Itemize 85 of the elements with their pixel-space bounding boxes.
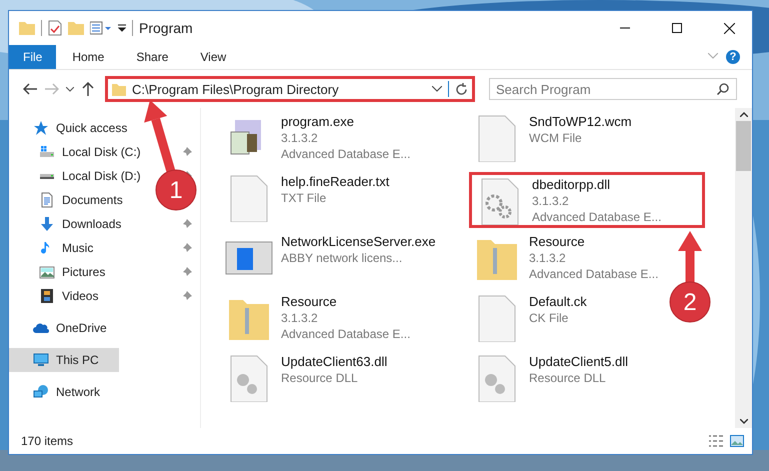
file-name: Default.ck bbox=[529, 294, 587, 310]
nav-item[interactable]: Network bbox=[9, 380, 104, 404]
scroll-up-icon[interactable] bbox=[740, 112, 748, 117]
nav-item[interactable]: Local Disk (C:) bbox=[9, 140, 145, 164]
file-name: Resource bbox=[529, 234, 586, 250]
file-item[interactable]: Resource 3.1.3.2 Advanced Database E... bbox=[221, 292, 414, 348]
file-item[interactable]: program.exe 3.1.3.2 Advanced Database E... bbox=[221, 112, 414, 168]
star-icon bbox=[33, 120, 49, 136]
search-icon bbox=[717, 83, 729, 95]
pictures-icon bbox=[39, 264, 55, 280]
file-name: UpdateClient5.dll bbox=[529, 354, 628, 370]
scroll-thumb[interactable] bbox=[736, 121, 751, 171]
file-item[interactable]: UpdateClient63.dll Resource DLL bbox=[221, 352, 392, 408]
ribbon-tab[interactable]: Home bbox=[56, 45, 120, 69]
drive-icon bbox=[39, 172, 55, 180]
chevron-down-icon[interactable] bbox=[66, 86, 74, 92]
file-detail: Advanced Database E... bbox=[281, 326, 410, 342]
minimize-icon[interactable] bbox=[620, 27, 630, 29]
help-button[interactable]: ? bbox=[726, 50, 740, 64]
address-bar[interactable]: C:\Program Files\Program Directory bbox=[105, 76, 475, 102]
folder-icon bbox=[112, 82, 126, 96]
file-item[interactable]: NetworkLicenseServer.exe ABBY network licens... bbox=[221, 232, 440, 288]
ribbon-tab[interactable]: Share bbox=[120, 45, 184, 69]
properties-icon[interactable] bbox=[48, 20, 62, 36]
nav-item[interactable]: Music bbox=[9, 236, 98, 260]
ribbon-tab[interactable]: File bbox=[9, 45, 56, 69]
file-detail: 3.1.3.2 bbox=[281, 130, 319, 146]
maximize-icon[interactable] bbox=[672, 23, 682, 33]
documents-icon bbox=[39, 192, 55, 208]
downloads-icon bbox=[39, 216, 55, 232]
file-detail: 3.1.3.2 bbox=[532, 193, 570, 209]
nav-item[interactable]: Local Disk (D:) bbox=[9, 164, 145, 188]
videos-icon bbox=[39, 288, 55, 304]
network-icon bbox=[33, 384, 49, 400]
system-drive-icon bbox=[39, 144, 55, 160]
file-name: Resource bbox=[281, 294, 338, 310]
file-detail: Resource DLL bbox=[281, 370, 359, 386]
scroll-down-icon[interactable] bbox=[740, 419, 748, 424]
file-detail: WCM File bbox=[529, 130, 583, 146]
up-arrow-icon[interactable] bbox=[82, 82, 94, 96]
nav-item[interactable]: Downloads bbox=[9, 212, 126, 236]
nav-item[interactable]: Documents bbox=[9, 188, 127, 212]
file-detail: Advanced Database E... bbox=[529, 266, 658, 282]
dropdown-chevron-icon[interactable] bbox=[432, 86, 442, 92]
file-name: UpdateClient63.dll bbox=[281, 354, 388, 370]
nav-item[interactable]: Quick access bbox=[9, 116, 132, 140]
file-name: SndToWP12.wcm bbox=[529, 114, 632, 130]
item-count: 170 items bbox=[21, 434, 74, 448]
file-detail: Advanced Database E... bbox=[532, 209, 662, 225]
step-badge: 2 bbox=[670, 282, 710, 322]
file-item[interactable]: help.fineReader.txt TXT File bbox=[221, 172, 394, 228]
file-item[interactable]: Resource 3.1.3.2 Advanced Database E... bbox=[469, 232, 662, 288]
file-detail: Advanced Database E... bbox=[281, 146, 410, 162]
nav-item[interactable]: This PC bbox=[9, 348, 118, 372]
file-detail: 3.1.3.2 bbox=[529, 250, 567, 266]
file-item[interactable]: UpdateClient5.dll Resource DLL bbox=[469, 352, 632, 408]
file-name: help.fineReader.txt bbox=[281, 174, 390, 190]
ribbon-tab[interactable]: View bbox=[184, 45, 242, 69]
file-detail: TXT File bbox=[281, 190, 328, 206]
computer-icon bbox=[33, 352, 49, 368]
back-arrow-icon[interactable] bbox=[23, 83, 37, 95]
file-detail: 3.1.3.2 bbox=[281, 310, 319, 326]
search-field[interactable]: Search Program bbox=[489, 78, 737, 100]
window-title: Program bbox=[139, 20, 193, 36]
file-name: NetworkLicenseServer.exe bbox=[281, 234, 436, 250]
view-options-icon[interactable] bbox=[90, 21, 112, 35]
large-icons-view-icon[interactable] bbox=[730, 435, 744, 447]
file-detail: CK File bbox=[529, 310, 570, 326]
nav-item[interactable]: Videos bbox=[9, 284, 102, 308]
scrollbar[interactable] bbox=[735, 108, 752, 428]
step-badge: 1 bbox=[156, 170, 196, 210]
file-item[interactable]: Default.ck CK File bbox=[469, 292, 591, 348]
refresh-icon[interactable] bbox=[455, 82, 468, 96]
file-name: dbeditorpp.dll bbox=[532, 177, 612, 193]
file-detail: Resource DLL bbox=[529, 370, 607, 386]
file-name: program.exe bbox=[281, 114, 355, 130]
nav-item[interactable]: Pictures bbox=[9, 260, 110, 284]
customize-caret-icon[interactable] bbox=[118, 24, 126, 32]
annotation-arrow bbox=[678, 231, 702, 284]
file-item[interactable]: dbeditorpp.dll 3.1.3.2 Advanced Database E... bbox=[469, 172, 705, 228]
file-detail: ABBY network licens... bbox=[281, 250, 404, 266]
close-icon[interactable] bbox=[724, 22, 734, 34]
nav-item[interactable]: OneDrive bbox=[9, 316, 111, 340]
details-view-icon[interactable] bbox=[708, 435, 724, 447]
file-item[interactable]: SndToWP12.wcm WCM File bbox=[469, 112, 636, 168]
